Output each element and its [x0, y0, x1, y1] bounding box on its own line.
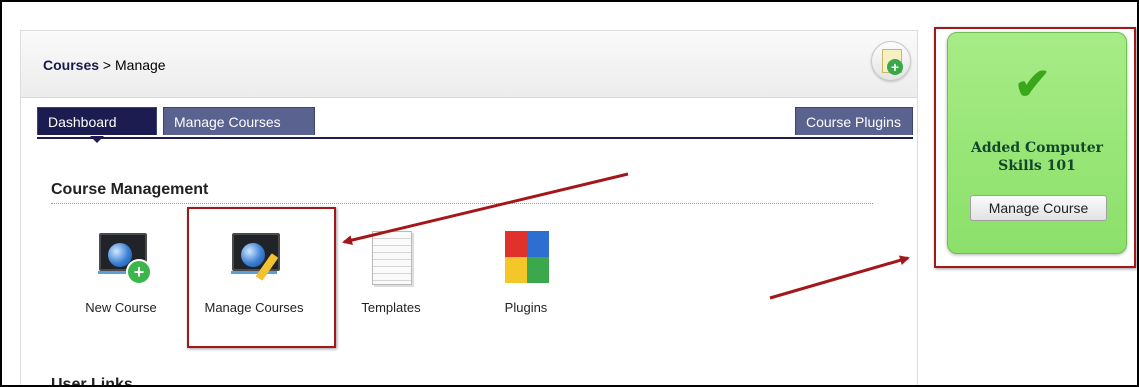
manage-courses-highlight — [187, 207, 336, 348]
active-tab-pointer — [90, 136, 104, 143]
new-course-label: New Course — [85, 300, 157, 315]
breadcrumb-separator: > — [99, 57, 115, 73]
new-course-tool[interactable]: + New Course — [66, 223, 176, 333]
plugins-icon — [501, 229, 553, 287]
notice-highlight — [934, 27, 1136, 268]
tab-manage-courses[interactable]: Manage Courses — [163, 107, 315, 135]
page-header: Courses > Manage + — [21, 31, 917, 98]
new-course-icon: + — [96, 229, 152, 287]
tab-course-plugins-label: Course Plugins — [806, 114, 901, 130]
main-panel: Courses > Manage + Dashboard Manage Cour… — [20, 30, 918, 387]
section-divider — [51, 203, 873, 204]
templates-tool[interactable]: Templates — [336, 223, 446, 333]
tab-dashboard[interactable]: Dashboard — [37, 107, 157, 143]
plugins-tool[interactable]: Plugins — [471, 223, 581, 333]
templates-label: Templates — [361, 300, 421, 315]
plus-icon: + — [887, 59, 903, 75]
screenshot-frame: Courses > Manage + Dashboard Manage Cour… — [0, 0, 1139, 387]
course-management-heading: Course Management — [51, 181, 209, 198]
tab-manage-courses-label: Manage Courses — [174, 114, 281, 130]
breadcrumb: Courses > Manage — [43, 57, 166, 73]
add-document-button[interactable]: + — [871, 41, 911, 81]
tab-dashboard-label: Dashboard — [48, 114, 117, 130]
breadcrumb-current: Manage — [115, 57, 166, 73]
tab-course-plugins[interactable]: Course Plugins — [795, 107, 913, 135]
user-links-heading: User Links — [51, 376, 133, 387]
tab-bar: Dashboard Manage Courses Course Plugins — [37, 107, 913, 143]
plugins-label: Plugins — [504, 300, 548, 315]
templates-icon — [366, 229, 418, 287]
breadcrumb-courses-link[interactable]: Courses — [43, 57, 99, 73]
